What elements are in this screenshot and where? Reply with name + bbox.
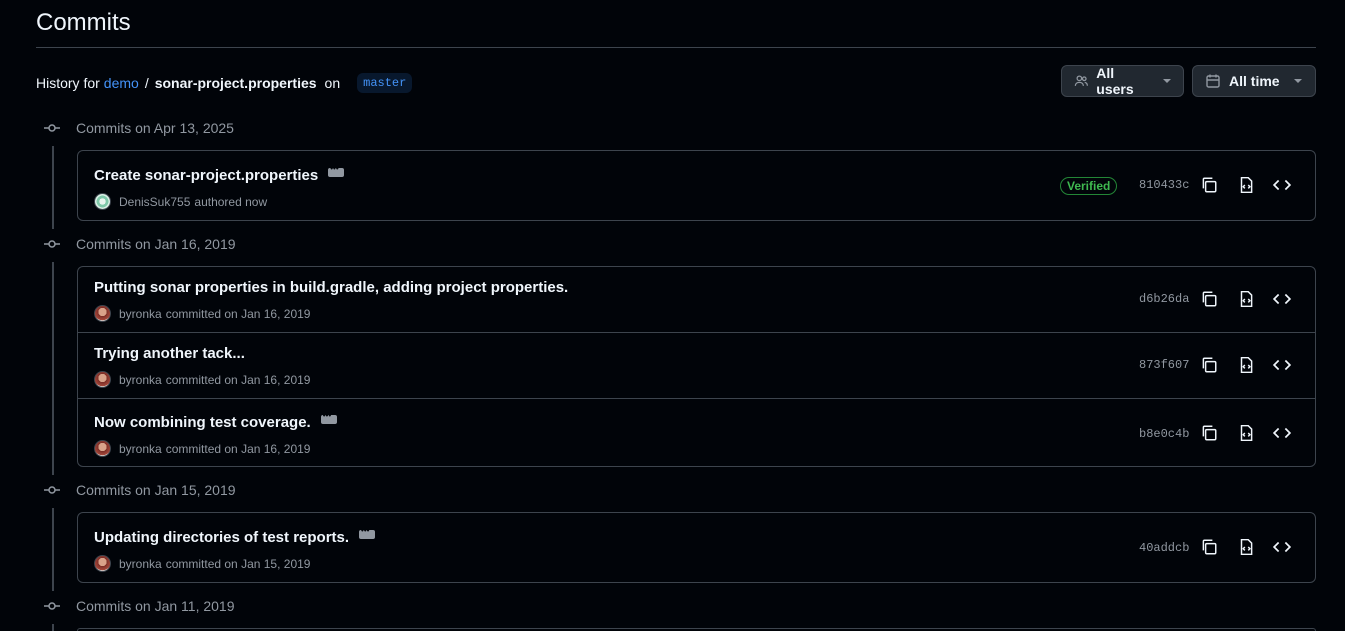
commit-action: committed on Jan 16, 2019 [165,306,311,321]
copy-icon[interactable] [1200,538,1218,556]
kebab-horizontal-icon[interactable] [359,526,376,539]
git-commit-icon [44,486,60,494]
commit-meta: byronka committed on Jan 16, 2019 [94,305,310,322]
commit-message: Putting sonar properties in build.gradle… [94,279,568,296]
commit-sha[interactable]: 40addcb [1139,541,1189,555]
copy-icon[interactable] [1200,424,1218,442]
file-name: sonar-project.properties [154,75,317,91]
commit-author[interactable]: byronka [119,373,162,387]
code-icon[interactable] [1273,290,1291,308]
commit-message: Trying another tack... [94,345,245,362]
commit-message: Updating directories of test reports. [94,526,376,546]
avatar[interactable] [94,555,111,572]
git-commit-icon [44,602,60,610]
people-icon [1074,75,1088,86]
commit-message-link[interactable]: Trying another tack... [94,345,245,362]
commit-action: committed on Jan 16, 2019 [165,372,311,387]
branch-badge[interactable]: master [357,73,413,93]
file-code-icon[interactable] [1237,356,1255,374]
commit-author[interactable]: DenisSuk755 [119,195,190,209]
commit-sha[interactable]: 810433c [1139,178,1189,192]
commit-meta: byronka committed on Jan 16, 2019 [94,371,310,388]
commit-action: authored now [194,194,268,209]
commit-group-date: Commits on Apr 13, 2025 [76,120,234,136]
commit-row: Trying another tack... byronka committed… [78,332,1315,398]
file-code-icon[interactable] [1237,290,1255,308]
commit-author[interactable]: byronka [119,442,162,456]
chevron-down-icon [1163,79,1171,83]
commit-group-date: Commits on Jan 15, 2019 [76,482,236,498]
commit-action: committed on Jan 15, 2019 [165,556,311,571]
calendar-icon [1206,74,1220,88]
history-breadcrumb: History for demo / sonar-project.propert… [36,73,413,93]
git-commit-icon [44,124,60,132]
copy-icon[interactable] [1200,290,1218,308]
file-code-icon[interactable] [1237,176,1255,194]
file-code-icon[interactable] [1237,424,1255,442]
all-time-label: All time [1229,73,1280,89]
code-icon[interactable] [1273,538,1291,556]
history-prefix: History for [36,75,100,91]
path-separator: / [144,75,149,91]
kebab-horizontal-icon[interactable] [328,164,345,177]
commit-row: Putting sonar properties in build.gradle… [78,267,1315,332]
chevron-down-icon [1293,79,1302,83]
commit-group-header: Commits on Jan 15, 2019 [44,480,236,500]
code-icon[interactable] [1273,356,1291,374]
commit-sha[interactable]: d6b26da [1139,292,1189,306]
commit-meta: byronka committed on Jan 16, 2019 [94,440,310,457]
avatar[interactable] [94,440,111,457]
commit-list: Updating directories of test reports. by… [77,512,1316,583]
commit-list: Create sonar-project.properties DenisSuk… [77,150,1316,221]
commit-row: Create sonar-project.properties DenisSuk… [78,151,1315,220]
commit-message-link[interactable]: Putting sonar properties in build.gradle… [94,279,568,296]
copy-icon[interactable] [1200,356,1218,374]
all-users-filter-button[interactable]: All users [1061,65,1184,97]
commit-group-header: Commits on Apr 13, 2025 [44,118,234,138]
commit-message-link[interactable]: Now combining test coverage. [94,414,311,431]
commit-message: Now combining test coverage. [94,411,337,431]
avatar[interactable] [94,371,111,388]
commit-sha[interactable]: 873f607 [1139,358,1189,372]
kebab-horizontal-icon[interactable] [320,411,337,424]
timeline-line [52,624,54,631]
commit-group-header: Commits on Jan 11, 2019 [44,596,235,616]
repo-link[interactable]: demo [104,75,139,91]
commit-meta: byronka committed on Jan 15, 2019 [94,555,310,572]
copy-icon[interactable] [1200,176,1218,194]
code-icon[interactable] [1273,176,1291,194]
page-title: Commits [36,9,131,36]
commit-action: committed on Jan 16, 2019 [165,441,311,456]
commit-sha[interactable]: b8e0c4b [1139,427,1189,441]
commit-group-date: Commits on Jan 16, 2019 [76,236,236,252]
title-divider [36,47,1316,48]
on-label: on [324,75,341,91]
commit-list: Putting sonar properties in build.gradle… [77,266,1316,467]
verified-badge[interactable]: Verified [1060,177,1118,195]
avatar[interactable] [94,193,111,210]
all-users-label: All users [1096,65,1134,97]
commit-message-link[interactable]: Updating directories of test reports. [94,529,349,546]
commit-group-header: Commits on Jan 16, 2019 [44,234,236,254]
commit-group-date: Commits on Jan 11, 2019 [76,598,235,614]
commit-author[interactable]: byronka [119,557,162,571]
git-commit-icon [44,240,60,248]
commit-meta: DenisSuk755 authored now [94,193,267,210]
timeline-line [52,146,54,229]
code-icon[interactable] [1273,424,1291,442]
commit-message-link[interactable]: Create sonar-project.properties [94,167,318,184]
all-time-filter-button[interactable]: All time [1192,65,1316,97]
timeline-line [52,508,54,591]
timeline-line [52,262,54,475]
commit-row: Now combining test coverage. byronka com… [78,398,1315,466]
avatar[interactable] [94,305,111,322]
commit-row: Updating directories of test reports. by… [78,513,1315,582]
file-code-icon[interactable] [1237,538,1255,556]
commit-message: Create sonar-project.properties [94,164,345,184]
commit-author[interactable]: byronka [119,307,162,321]
